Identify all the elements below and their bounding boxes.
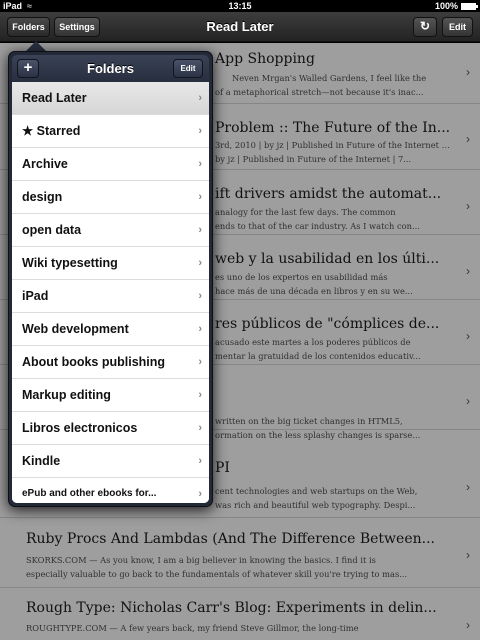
folder-item-kindle[interactable]: Kindle › <box>12 445 209 478</box>
folder-item-open-data[interactable]: open data › <box>12 214 209 247</box>
article-snippet: acusado este martes a los poderes públic… <box>215 337 411 347</box>
article-snippet: mentar la gratuidad de los contenidos ed… <box>215 351 421 361</box>
article-title: web y la usabilidad en los últi... <box>215 251 440 267</box>
folder-label: Libros electronicos <box>22 421 138 435</box>
article-snippet: by jz | Published in Future of the Inter… <box>215 154 412 164</box>
folder-label: Kindle <box>22 454 61 468</box>
folder-item-ipad[interactable]: iPad › <box>12 280 209 313</box>
chevron-right-icon: › <box>198 92 202 104</box>
article-snippet: cent technologies and web startups on th… <box>215 486 418 496</box>
chevron-right-icon: › <box>466 199 470 213</box>
chevron-right-icon: › <box>466 394 470 408</box>
list-item[interactable]: Rough Type: Nicholas Carr's Blog: Experi… <box>0 588 480 640</box>
article-snippet: written on the big ticket changes in HTM… <box>215 416 403 426</box>
chevron-right-icon: › <box>198 224 202 236</box>
list-item[interactable]: Ruby Procs And Lambdas (And The Differen… <box>0 518 480 588</box>
article-title: App Shopping <box>215 51 315 67</box>
chevron-right-icon: › <box>466 65 470 79</box>
article-snippet: especially valuable to go back to the fu… <box>26 569 408 579</box>
chevron-right-icon: › <box>466 329 470 343</box>
status-time: 13:15 <box>228 1 252 11</box>
folder-label: Archive <box>22 157 68 171</box>
folder-item-archive[interactable]: Archive › <box>12 148 209 181</box>
folder-label: open data <box>22 223 82 237</box>
folder-label: ePub and other ebooks for... <box>22 488 157 499</box>
folders-popover: Folders + Edit Read Later › ★ Starred › … <box>8 51 213 507</box>
edit-button[interactable]: Edit <box>442 17 473 37</box>
folder-item-libros-electronicos[interactable]: Libros electronicos › <box>12 412 209 445</box>
folder-label: iPad <box>22 289 49 303</box>
article-snippet: analogy for the last few days. The commo… <box>215 207 396 217</box>
folders-button[interactable]: Folders <box>7 17 50 37</box>
chevron-right-icon: › <box>198 191 202 203</box>
article-snippet: hace más de una década en libros y en su… <box>215 286 413 296</box>
article-title: Problem :: The Future of the In... <box>215 120 451 136</box>
add-folder-button[interactable]: + <box>17 59 39 78</box>
folder-item-epub-and-other-ebooks[interactable]: ePub and other ebooks for... › <box>12 478 209 503</box>
article-title: PI <box>215 460 230 476</box>
folder-label: Wiki typesetting <box>22 256 118 270</box>
folder-item-markup-editing[interactable]: Markup editing › <box>12 379 209 412</box>
chevron-right-icon: › <box>198 455 202 467</box>
article-snippet: es uno de los expertos en usabilidad más <box>215 272 388 282</box>
chevron-right-icon: › <box>198 158 202 170</box>
article-snippet: ends to that of the car industry. As I w… <box>215 221 420 231</box>
folder-label: Read Later <box>22 91 87 105</box>
chevron-right-icon: › <box>466 132 470 146</box>
chevron-right-icon: › <box>466 548 470 562</box>
chevron-right-icon: › <box>198 356 202 368</box>
article-snippet: ROUGHTYPE.COM — A few years back, my fri… <box>26 623 359 633</box>
article-title: Rough Type: Nicholas Carr's Blog: Experi… <box>26 600 437 616</box>
folder-label: About books publishing <box>22 355 166 369</box>
folder-item-web-development[interactable]: Web development › <box>12 313 209 346</box>
article-title: res públicos de "cómplices de... <box>215 316 440 332</box>
folder-label: Markup editing <box>22 388 111 402</box>
battery-icon <box>461 3 478 10</box>
chevron-right-icon: › <box>198 422 202 434</box>
chevron-right-icon: › <box>198 125 202 137</box>
folder-label: Web development <box>22 322 129 336</box>
article-snippet: Neven Mrgan's Walled Gardens, I feel lik… <box>232 73 427 83</box>
chevron-right-icon: › <box>198 257 202 269</box>
settings-button[interactable]: Settings <box>54 17 100 37</box>
folder-list: Read Later › ★ Starred › Archive › desig… <box>12 82 209 503</box>
folder-item-design[interactable]: design › <box>12 181 209 214</box>
folder-item-wiki-typesetting[interactable]: Wiki typesetting › <box>12 247 209 280</box>
folder-item-about-books-publishing[interactable]: About books publishing › <box>12 346 209 379</box>
article-title: ift drivers amidst the automat... <box>215 186 442 202</box>
folder-label: design <box>22 190 63 204</box>
popover-edit-button[interactable]: Edit <box>173 59 203 78</box>
chevron-right-icon: › <box>466 618 470 632</box>
folder-item-starred[interactable]: ★ Starred › <box>12 115 209 148</box>
chevron-right-icon: › <box>466 480 470 494</box>
article-snippet: was rich and beautiful web typography. D… <box>215 500 416 510</box>
folder-item-read-later[interactable]: Read Later › <box>12 82 209 115</box>
popover-header: Folders + Edit <box>12 55 209 82</box>
navigation-bar: Read Later Folders Settings ↻ Edit <box>0 12 480 42</box>
chevron-right-icon: › <box>198 323 202 335</box>
status-bar: iPad ≈ 13:15 100% <box>0 0 480 12</box>
chevron-right-icon: › <box>466 264 470 278</box>
folder-label: ★ Starred <box>22 124 81 138</box>
article-snippet: SKORKS.COM — As you know, I am a big bel… <box>26 555 376 565</box>
article-snippet: of a metaphorical stretch—not because it… <box>215 87 424 97</box>
article-title: Ruby Procs And Lambdas (And The Differen… <box>26 531 435 547</box>
refresh-icon[interactable]: ↻ <box>413 17 437 37</box>
article-snippet: 3rd, 2010 | by jz | Published in Future … <box>215 140 451 150</box>
chevron-right-icon: › <box>198 488 202 500</box>
chevron-right-icon: › <box>198 389 202 401</box>
popover-arrow <box>26 41 46 51</box>
chevron-right-icon: › <box>198 290 202 302</box>
battery-percent: 100% <box>434 1 458 11</box>
